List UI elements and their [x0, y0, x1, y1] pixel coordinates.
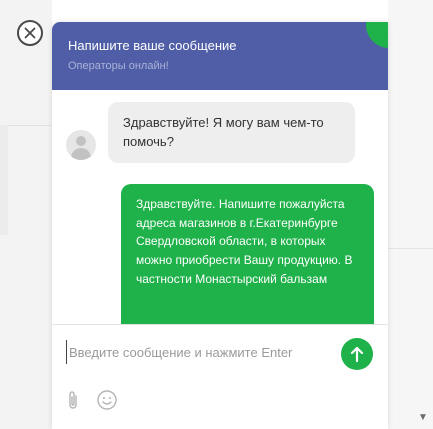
page-panel-left	[0, 125, 8, 235]
chat-header: Напишите ваше сообщение Операторы онлайн…	[52, 22, 388, 90]
operator-message: Здравствуйте! Я могу вам чем-то помочь?	[108, 102, 355, 163]
chevron-down-icon[interactable]: ▼	[418, 412, 428, 423]
operators-status: Операторы онлайн!	[68, 60, 169, 72]
user-message: Здравствуйте. Напишите пожалуйста адреса…	[121, 184, 374, 324]
send-button[interactable]	[341, 338, 373, 370]
smiley-icon[interactable]	[96, 389, 118, 411]
message-input[interactable]	[66, 340, 335, 364]
message-list[interactable]: Здравствуйте! Я могу вам чем-то помочь? …	[52, 90, 388, 324]
paperclip-icon[interactable]	[66, 390, 80, 412]
close-icon	[24, 27, 36, 39]
page-divider-right	[388, 248, 433, 249]
composer-divider	[52, 324, 388, 325]
chat-widget: Напишите ваше сообщение Операторы онлайн…	[52, 22, 388, 429]
user-avatar-icon	[66, 130, 96, 160]
page-background-right	[388, 0, 433, 429]
chat-title: Напишите ваше сообщение	[68, 38, 237, 53]
header-accent-circle	[366, 22, 388, 48]
close-chat-button[interactable]	[17, 20, 43, 46]
send-arrow-icon	[350, 346, 364, 362]
